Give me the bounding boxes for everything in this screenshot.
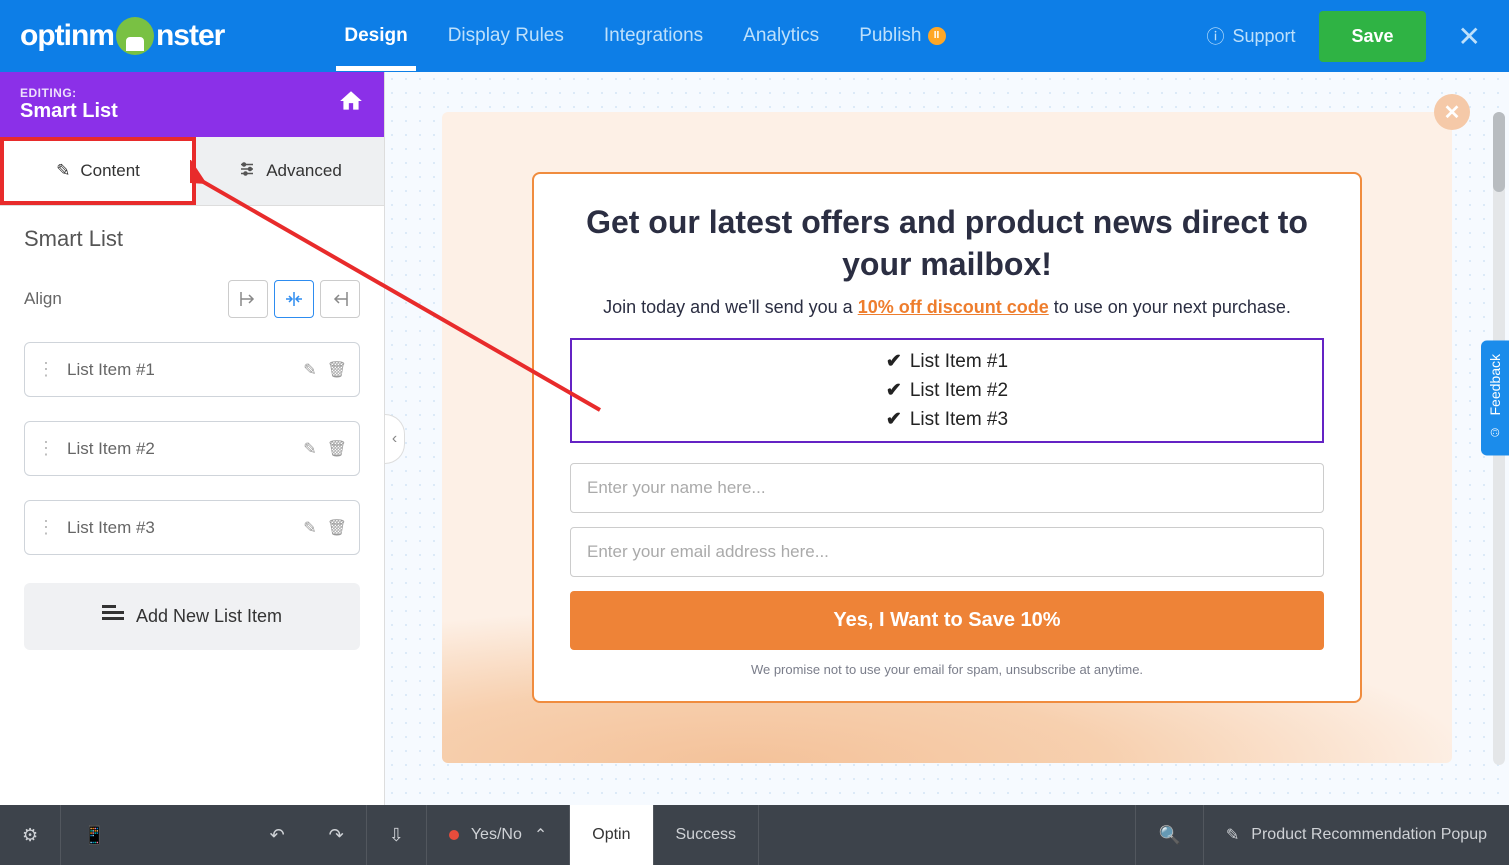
sidebar-panel: Smart List Align bbox=[0, 206, 384, 805]
campaign-name[interactable]: ✎ Product Recommendation Popup bbox=[1204, 805, 1509, 865]
nav-publish[interactable]: PublishII bbox=[859, 1, 945, 71]
sidebar-tabs: ✎ Content Advanced bbox=[0, 137, 384, 206]
smart-list-item: ✔List Item #2 bbox=[886, 379, 1008, 402]
align-left-button[interactable] bbox=[228, 280, 268, 318]
editing-title: Smart List bbox=[20, 100, 338, 123]
feedback-tab[interactable]: ☺ Feedback bbox=[1481, 340, 1509, 455]
smart-list-block[interactable]: ✔List Item #1 ✔List Item #2 ✔List Item #… bbox=[570, 338, 1324, 443]
align-right-button[interactable] bbox=[320, 280, 360, 318]
editing-label: EDITING: bbox=[20, 86, 338, 100]
tab-advanced[interactable]: Advanced bbox=[196, 137, 384, 205]
status-dot-icon bbox=[449, 830, 459, 840]
delete-icon[interactable]: 🗑 bbox=[327, 360, 347, 380]
chevron-up-icon: ⌃ bbox=[534, 825, 547, 845]
search-icon: 🔍 bbox=[1158, 825, 1180, 846]
check-icon: ✔ bbox=[886, 408, 902, 431]
gear-icon: ⚙ bbox=[22, 825, 38, 846]
canvas: ✕ Get our latest offers and product news… bbox=[385, 72, 1509, 805]
list-item-row[interactable]: ⋮ List Item #2 ✎ 🗑 bbox=[24, 421, 360, 476]
nav-integrations[interactable]: Integrations bbox=[604, 1, 703, 71]
nav-design[interactable]: Design bbox=[344, 1, 407, 71]
email-input[interactable] bbox=[570, 527, 1324, 577]
list-item-row[interactable]: ⋮ List Item #3 ✎ 🗑 bbox=[24, 500, 360, 555]
pause-badge-icon: II bbox=[928, 27, 946, 45]
pencil-icon: ✎ bbox=[1226, 825, 1239, 845]
save-button[interactable]: Save bbox=[1319, 11, 1425, 62]
logo: optinmnster bbox=[20, 17, 224, 55]
list-items: ⋮ List Item #1 ✎ 🗑 ⋮ List Item #2 ✎ 🗑 bbox=[24, 342, 360, 555]
undo-icon: ↶ bbox=[270, 825, 285, 846]
discount-link[interactable]: 10% off discount code bbox=[858, 297, 1049, 317]
close-icon[interactable]: ✕ bbox=[1450, 12, 1489, 61]
redo-icon: ↷ bbox=[329, 825, 344, 846]
sliders-icon bbox=[238, 160, 256, 183]
top-bar: optinmnster Design Display Rules Integra… bbox=[0, 0, 1509, 72]
add-list-item-button[interactable]: Add New List Item bbox=[24, 583, 360, 650]
smiley-icon: ☺ bbox=[1487, 425, 1503, 441]
mobile-preview-button[interactable]: 📱 bbox=[61, 805, 127, 865]
editing-header: EDITING: Smart List bbox=[0, 72, 384, 137]
smart-list-item: ✔List Item #3 bbox=[886, 408, 1008, 431]
mascot-icon bbox=[116, 17, 154, 55]
drag-handle-icon[interactable]: ⋮ bbox=[37, 517, 55, 538]
add-item-icon bbox=[102, 605, 124, 628]
support-link[interactable]: ⓘ Support bbox=[1206, 23, 1295, 49]
nav-analytics[interactable]: Analytics bbox=[743, 1, 819, 71]
name-input[interactable] bbox=[570, 463, 1324, 513]
redo-button[interactable]: ↷ bbox=[307, 805, 367, 865]
popup-title[interactable]: Get our latest offers and product news d… bbox=[570, 202, 1324, 285]
drag-handle-icon[interactable]: ⋮ bbox=[37, 359, 55, 380]
mobile-icon: 📱 bbox=[83, 825, 105, 846]
help-icon: ⓘ bbox=[1206, 23, 1224, 49]
list-item-label: List Item #2 bbox=[67, 439, 303, 459]
settings-button[interactable]: ⚙ bbox=[0, 805, 61, 865]
disclaimer-text: We promise not to use your email for spa… bbox=[570, 662, 1324, 677]
tab-content[interactable]: ✎ Content bbox=[0, 137, 196, 205]
popup-close-icon[interactable]: ✕ bbox=[1434, 94, 1470, 130]
popup-subtitle[interactable]: Join today and we'll send you a 10% off … bbox=[570, 297, 1324, 318]
cta-button[interactable]: Yes, I Want to Save 10% bbox=[570, 591, 1324, 650]
delete-icon[interactable]: 🗑 bbox=[327, 439, 347, 459]
edit-icon[interactable]: ✎ bbox=[303, 439, 316, 459]
list-item-label: List Item #3 bbox=[67, 518, 303, 538]
download-icon: ⇩ bbox=[389, 825, 404, 846]
check-icon: ✔ bbox=[886, 379, 902, 402]
view-success[interactable]: Success bbox=[654, 805, 759, 865]
bottom-bar: ⚙ 📱 ↶ ↷ ⇩ Yes/No ⌃ Optin Success 🔍 ✎ Pro… bbox=[0, 805, 1509, 865]
panel-title: Smart List bbox=[24, 226, 360, 252]
view-optin[interactable]: Optin bbox=[570, 805, 653, 865]
popup-preview: ✕ Get our latest offers and product news… bbox=[442, 112, 1452, 763]
list-item-label: List Item #1 bbox=[67, 360, 303, 380]
view-yesno[interactable]: Yes/No ⌃ bbox=[427, 805, 570, 865]
nav-display-rules[interactable]: Display Rules bbox=[448, 1, 564, 71]
smart-list-item: ✔List Item #1 bbox=[886, 350, 1008, 373]
edit-icon[interactable]: ✎ bbox=[303, 360, 316, 380]
edit-icon[interactable]: ✎ bbox=[303, 518, 316, 538]
home-icon[interactable] bbox=[338, 88, 364, 121]
undo-button[interactable]: ↶ bbox=[248, 805, 307, 865]
pencil-icon: ✎ bbox=[56, 161, 70, 181]
drag-handle-icon[interactable]: ⋮ bbox=[37, 438, 55, 459]
sidebar: EDITING: Smart List ✎ Content Advanced bbox=[0, 72, 385, 805]
align-center-button[interactable] bbox=[274, 280, 314, 318]
import-button[interactable]: ⇩ bbox=[367, 805, 427, 865]
align-label: Align bbox=[24, 289, 62, 309]
delete-icon[interactable]: 🗑 bbox=[327, 518, 347, 538]
top-nav: Design Display Rules Integrations Analyt… bbox=[344, 1, 945, 71]
check-icon: ✔ bbox=[886, 350, 902, 373]
zoom-button[interactable]: 🔍 bbox=[1135, 805, 1203, 865]
list-item-row[interactable]: ⋮ List Item #1 ✎ 🗑 bbox=[24, 342, 360, 397]
